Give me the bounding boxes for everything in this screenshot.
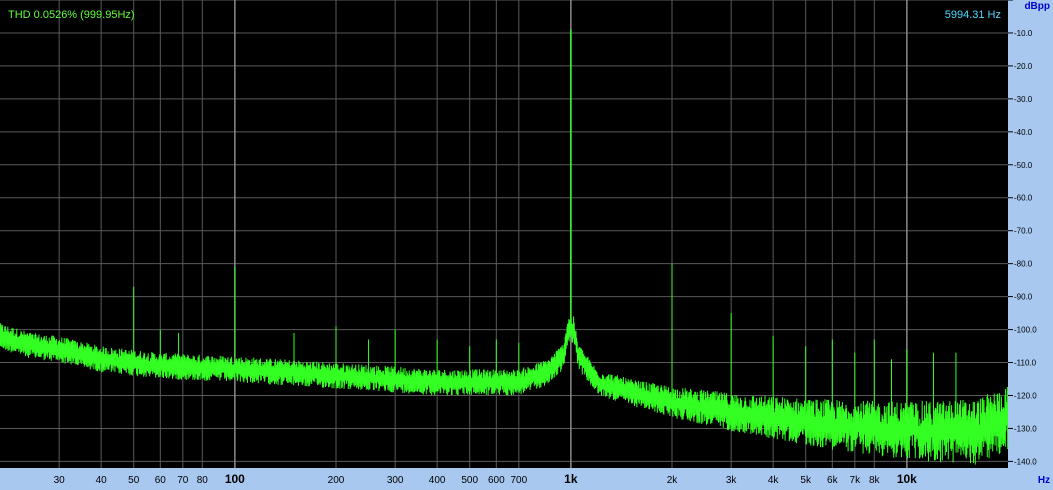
y-tick-label: -20.0 xyxy=(1014,62,1033,71)
x-tick-label: 6k xyxy=(827,475,839,486)
analyzer-window: -10.0 -20.0 -30.0 -40.0 -50.0 -60.0 -70.0 -80.0… xyxy=(0,0,1053,490)
x-tick-label: 10k xyxy=(897,472,917,486)
y-tick-label: -60.0 xyxy=(1014,194,1033,203)
spectrum-chart: -10.0 -20.0 -30.0 -40.0 -50.0 -60.0 -70.0 -80.0… xyxy=(0,0,1050,486)
y-tick-label: -100.0 xyxy=(1014,326,1037,335)
x-tick-label: 400 xyxy=(429,475,446,486)
x-tick-label: 4k xyxy=(768,475,780,486)
x-tick-label: 40 xyxy=(96,475,108,486)
x-axis: 30 40 50 60 70 80 100 200 300 400 500 600 700 1k 2k 3k 4… xyxy=(54,472,918,486)
y-axis-unit-label: dBpp xyxy=(1024,1,1050,12)
x-tick-label: 2k xyxy=(667,475,679,486)
x-tick-label: 5k xyxy=(800,475,812,486)
cursor-frequency-readout: 5994.31 Hz xyxy=(944,9,1001,21)
y-tick-label: -10.0 xyxy=(1014,29,1033,38)
x-tick-label: 7k xyxy=(850,475,862,486)
x-tick-label: 70 xyxy=(177,475,189,486)
y-tick-label: -50.0 xyxy=(1014,161,1033,170)
x-tick-label: 100 xyxy=(225,472,245,486)
x-tick-label: 80 xyxy=(197,475,209,486)
y-axis: -10.0 -20.0 -30.0 -40.0 -50.0 -60.0 -70.0 -80.0… xyxy=(1008,0,1037,466)
x-axis-unit-label: Hz xyxy=(1038,475,1050,486)
y-tick-label: -40.0 xyxy=(1014,128,1033,137)
x-tick-label: 3k xyxy=(726,475,738,486)
y-tick-label: -130.0 xyxy=(1014,424,1037,433)
x-tick-label: 30 xyxy=(54,475,66,486)
x-tick-label: 200 xyxy=(328,475,345,486)
x-tick-label: 300 xyxy=(387,475,404,486)
y-tick-label: -30.0 xyxy=(1014,95,1033,104)
x-tick-label: 1k xyxy=(564,472,578,486)
x-tick-label: 500 xyxy=(461,475,478,486)
y-tick-label: -90.0 xyxy=(1014,293,1033,302)
x-tick-label: 600 xyxy=(488,475,505,486)
x-tick-label: 8k xyxy=(869,475,881,486)
y-tick-label: -80.0 xyxy=(1014,260,1033,269)
y-tick-label: -120.0 xyxy=(1014,391,1037,400)
y-tick-label: -70.0 xyxy=(1014,227,1033,236)
x-tick-label: 700 xyxy=(510,475,527,486)
thd-readout: THD 0.0526% (999.95Hz) xyxy=(8,9,135,21)
x-tick-label: 50 xyxy=(128,475,140,486)
x-tick-label: 60 xyxy=(155,475,167,486)
y-tick-label: -110.0 xyxy=(1014,359,1037,368)
y-tick-label: -140.0 xyxy=(1014,457,1037,466)
plot-area[interactable] xyxy=(0,0,1008,468)
